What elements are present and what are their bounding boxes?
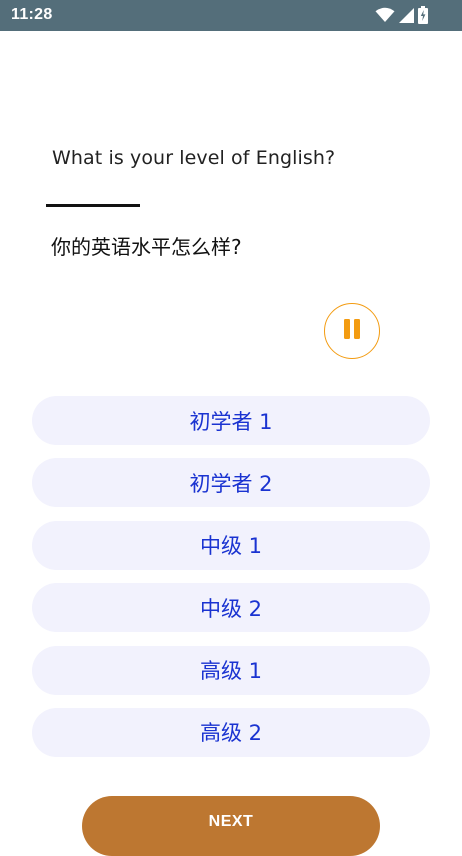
pause-icon [343,319,361,343]
question-chinese: 你的英语水平怎么样? [51,235,242,259]
question-english: What is your level of English? [52,147,336,169]
answer-options: 初学者 1 初学者 2 中级 1 中级 2 高级 1 高级 2 [32,396,430,770]
status-time: 11:28 [11,6,53,23]
signal-icon [399,7,414,23]
option-beginner-1[interactable]: 初学者 1 [32,396,430,445]
option-intermediate-2[interactable]: 中级 2 [32,583,430,633]
option-advanced-2[interactable]: 高级 2 [32,707,430,757]
option-intermediate-1[interactable]: 中级 1 [32,520,430,570]
pause-audio-button[interactable] [324,303,380,359]
next-button[interactable]: NEXT [82,796,380,856]
wifi-icon [375,7,395,23]
option-beginner-2[interactable]: 初学者 2 [32,458,430,508]
battery-charging-icon [418,6,428,24]
status-bar: 11:28 [0,0,462,31]
option-advanced-1[interactable]: 高级 1 [32,645,430,695]
status-icons [375,5,428,25]
question-divider [46,204,140,207]
